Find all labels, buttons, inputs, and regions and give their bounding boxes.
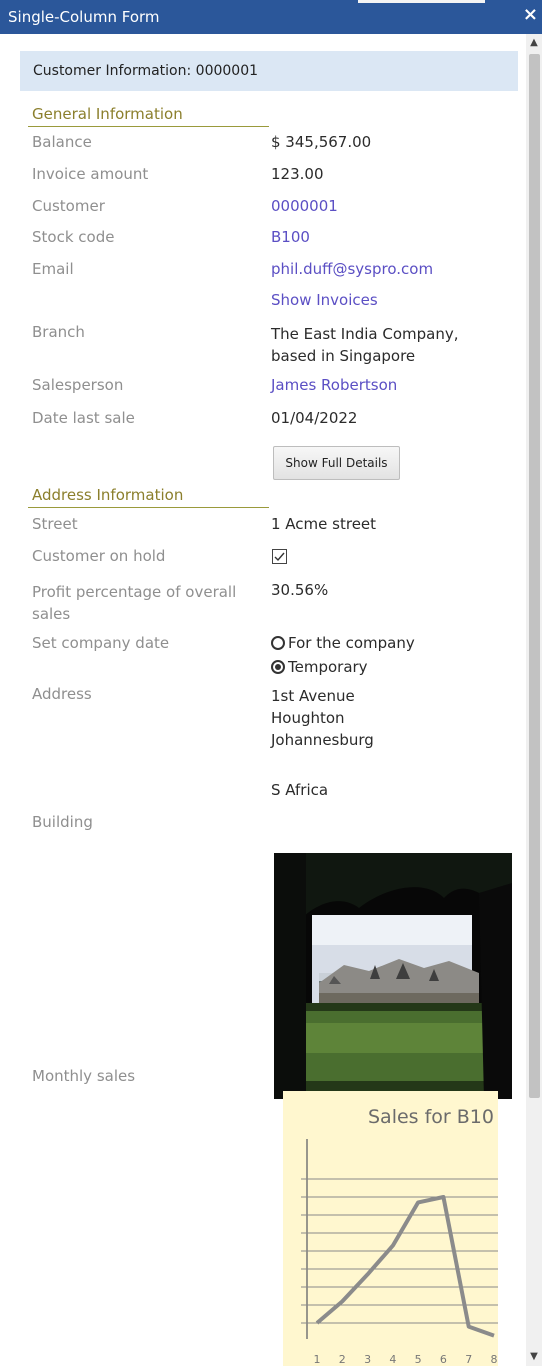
chart-x-tick-label: 6 — [440, 1353, 447, 1366]
window-title: Single-Column Form — [8, 8, 160, 26]
radio-for-the-company[interactable]: For the company — [271, 634, 415, 652]
general-information-title: General Information — [32, 105, 183, 123]
address-value: 1st Avenue Houghton Johannesburg — [271, 687, 374, 749]
email-link[interactable]: phil.duff@syspro.com — [271, 260, 433, 278]
chart-x-tick-label: 1 — [314, 1353, 321, 1366]
sales-line-series — [315, 1195, 495, 1338]
show-invoices-link[interactable]: Show Invoices — [271, 291, 378, 309]
scroll-up-icon[interactable]: ▲ — [527, 36, 541, 50]
radio-selected-icon[interactable] — [271, 660, 285, 674]
street-label: Street — [32, 515, 78, 533]
vertical-scrollbar[interactable]: ▲ ▼ — [526, 34, 542, 1366]
radio-for-the-company-label: For the company — [288, 634, 415, 652]
address-label: Address — [32, 685, 92, 703]
chart-x-tick-label: 3 — [364, 1353, 371, 1366]
checkmark-icon — [274, 552, 285, 562]
monthly-sales-label: Monthly sales — [32, 1067, 136, 1085]
building-label: Building — [32, 813, 93, 831]
show-full-details-button[interactable]: Show Full Details — [273, 446, 400, 480]
customer-info-title: Customer Information: 0000001 — [33, 63, 259, 79]
salesperson-label: Salesperson — [32, 376, 124, 394]
branch-label: Branch — [32, 323, 85, 341]
customer-on-hold-label: Customer on hold — [32, 547, 166, 565]
customer-label: Customer — [32, 197, 105, 215]
profit-percentage-label: Profit percentage of overall sales — [32, 583, 237, 623]
title-tab-indicator — [358, 0, 485, 3]
date-last-sale-label: Date last sale — [32, 409, 135, 427]
invoice-amount-value: 123.00 — [271, 165, 324, 183]
scroll-thumb[interactable] — [529, 54, 540, 1098]
scroll-down-icon[interactable]: ▼ — [527, 1350, 541, 1364]
balance-label: Balance — [32, 133, 92, 151]
customer-info-header: Customer Information: 0000001 — [20, 51, 518, 91]
radio-temporary-label: Temporary — [288, 658, 368, 676]
balance-value: $ 345,567.00 — [271, 133, 372, 151]
invoice-amount-label: Invoice amount — [32, 165, 149, 183]
stock-code-link[interactable]: B100 — [271, 228, 310, 246]
set-company-date-label: Set company date — [32, 634, 170, 652]
building-photo — [274, 853, 512, 1099]
chart-x-tick-label: 7 — [465, 1353, 472, 1366]
chart-x-tick-label: 5 — [415, 1353, 422, 1366]
chart-title: Sales for B10 — [368, 1106, 494, 1128]
chart-x-tick-label: 2 — [339, 1353, 346, 1366]
customer-on-hold-checkbox[interactable] — [272, 549, 287, 564]
customer-link[interactable]: 0000001 — [271, 197, 338, 215]
form-content: Customer Information: 0000001 General In… — [0, 34, 526, 1366]
chart-x-tick-label: 8 — [491, 1353, 498, 1366]
chart-gridlines — [301, 1178, 498, 1324]
window-titlebar: Single-Column Form × — [0, 0, 542, 34]
address-information-title: Address Information — [32, 486, 184, 504]
branch-value: The East India Company, based in Singapo… — [271, 325, 459, 365]
general-section-divider — [28, 126, 269, 127]
stock-code-label: Stock code — [32, 228, 115, 246]
street-value: 1 Acme street — [271, 515, 377, 533]
date-last-sale-value: 01/04/2022 — [271, 409, 358, 427]
email-label: Email — [32, 260, 74, 278]
close-icon[interactable]: × — [523, 5, 538, 25]
profit-percentage-value: 30.56% — [271, 581, 329, 599]
monthly-sales-chart: Sales for B10 1 2 3 4 5 6 7 8 — [283, 1091, 498, 1366]
country-value: S Africa — [271, 781, 329, 799]
salesperson-link[interactable]: James Robertson — [271, 376, 397, 394]
radio-temporary[interactable]: Temporary — [271, 658, 368, 676]
address-section-divider — [28, 507, 269, 508]
chart-x-ticks: 1 2 3 4 5 6 7 8 — [314, 1353, 498, 1366]
radio-unselected-icon[interactable] — [271, 636, 285, 650]
chart-x-tick-label: 4 — [389, 1353, 396, 1366]
